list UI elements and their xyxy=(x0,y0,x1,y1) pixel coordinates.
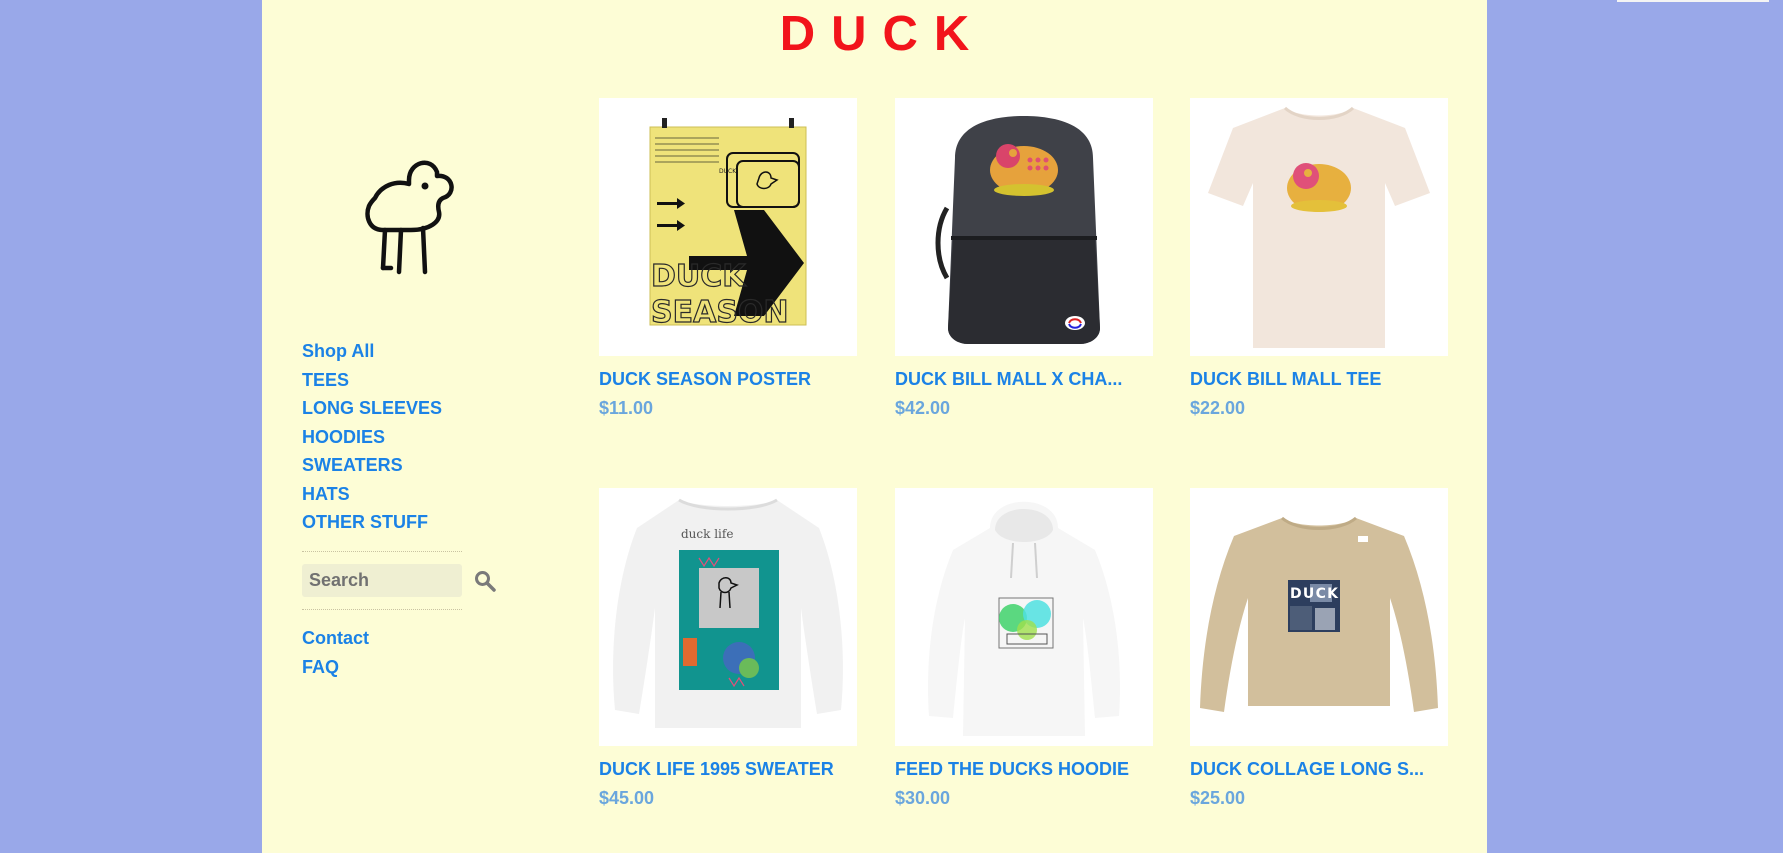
product-card[interactable]: duck life DUCK LIFE 1995 SWEATER $45.00 xyxy=(599,488,857,809)
product-price: $11.00 xyxy=(599,398,654,418)
nav-item-shop-all[interactable]: Shop All xyxy=(302,337,442,366)
product-card[interactable]: FEED THE DUCKS HOODIE $30.00 xyxy=(895,488,1153,809)
product-name[interactable]: DUCK SEASON POSTER xyxy=(599,368,857,390)
nav-item-tees[interactable]: TEES xyxy=(302,366,442,395)
product-image[interactable]: DUCK DUCK SEASON xyxy=(599,98,857,356)
hoodie-image xyxy=(928,501,1120,736)
product-name[interactable]: DUCK BILL MALL TEE xyxy=(1190,368,1448,390)
backpack-image xyxy=(935,116,1100,344)
product-image[interactable]: duck life xyxy=(599,488,857,746)
product-card[interactable]: DUCK BILL MALL X CHA... $42.00 xyxy=(895,98,1153,419)
product-price: $42.00 xyxy=(895,398,951,418)
site-title[interactable]: DUCK xyxy=(262,6,1487,62)
product-name[interactable]: DUCK LIFE 1995 SWEATER xyxy=(599,758,857,780)
nav-item-sweaters[interactable]: SWEATERS xyxy=(302,451,442,480)
sweater-image: duck life xyxy=(613,498,843,728)
duck-logo[interactable] xyxy=(347,140,487,280)
search-input[interactable] xyxy=(302,564,462,597)
footer-links: Contact FAQ xyxy=(302,624,369,681)
longsleeve-image: DUCK xyxy=(1200,516,1438,712)
poster-image: DUCK DUCK SEASON xyxy=(649,118,807,331)
product-name[interactable]: DUCK COLLAGE LONG S... xyxy=(1190,758,1448,780)
product-image[interactable] xyxy=(895,98,1153,356)
poster-word-season: SEASON xyxy=(651,295,789,330)
product-price: $25.00 xyxy=(1190,788,1246,808)
sweater-top-text: duck life xyxy=(681,527,733,541)
search-icon[interactable] xyxy=(474,570,496,592)
product-image[interactable] xyxy=(1190,98,1448,356)
nav-item-hoodies[interactable]: HOODIES xyxy=(302,423,442,452)
nav-item-hats[interactable]: HATS xyxy=(302,480,442,509)
contact-link[interactable]: Contact xyxy=(302,624,369,653)
top-right-strip xyxy=(1617,0,1769,2)
product-image[interactable]: DUCK xyxy=(1190,488,1448,746)
nav-item-long-sleeves[interactable]: LONG SLEEVES xyxy=(302,394,442,423)
product-price: $30.00 xyxy=(895,788,951,808)
product-card[interactable]: DUCK DUCK COLLAGE LONG S... $25.00 xyxy=(1190,488,1448,809)
search-divider xyxy=(302,609,462,610)
poster-word-duck: DUCK xyxy=(651,259,747,294)
category-nav: Shop All TEES LONG SLEEVES HOODIES SWEAT… xyxy=(302,337,442,537)
page-container: DUCK Shop All TEES LONG SLEEVES HOODIES … xyxy=(262,0,1487,853)
nav-item-other-stuff[interactable]: OTHER STUFF xyxy=(302,508,442,537)
product-card[interactable]: DUCK BILL MALL TEE $22.00 xyxy=(1190,98,1448,419)
tee-image xyxy=(1208,106,1430,348)
product-card[interactable]: DUCK DUCK SEASON DUCK SEASON POSTER $11.… xyxy=(599,98,857,419)
faq-link[interactable]: FAQ xyxy=(302,653,369,682)
product-name[interactable]: FEED THE DUCKS HOODIE xyxy=(895,758,1153,780)
nav-divider xyxy=(302,551,462,552)
poster-small-label: DUCK xyxy=(719,168,737,175)
product-price: $45.00 xyxy=(599,788,655,808)
product-name[interactable]: DUCK BILL MALL X CHA... xyxy=(895,368,1153,390)
product-image[interactable] xyxy=(895,488,1153,746)
product-price: $22.00 xyxy=(1190,398,1246,418)
